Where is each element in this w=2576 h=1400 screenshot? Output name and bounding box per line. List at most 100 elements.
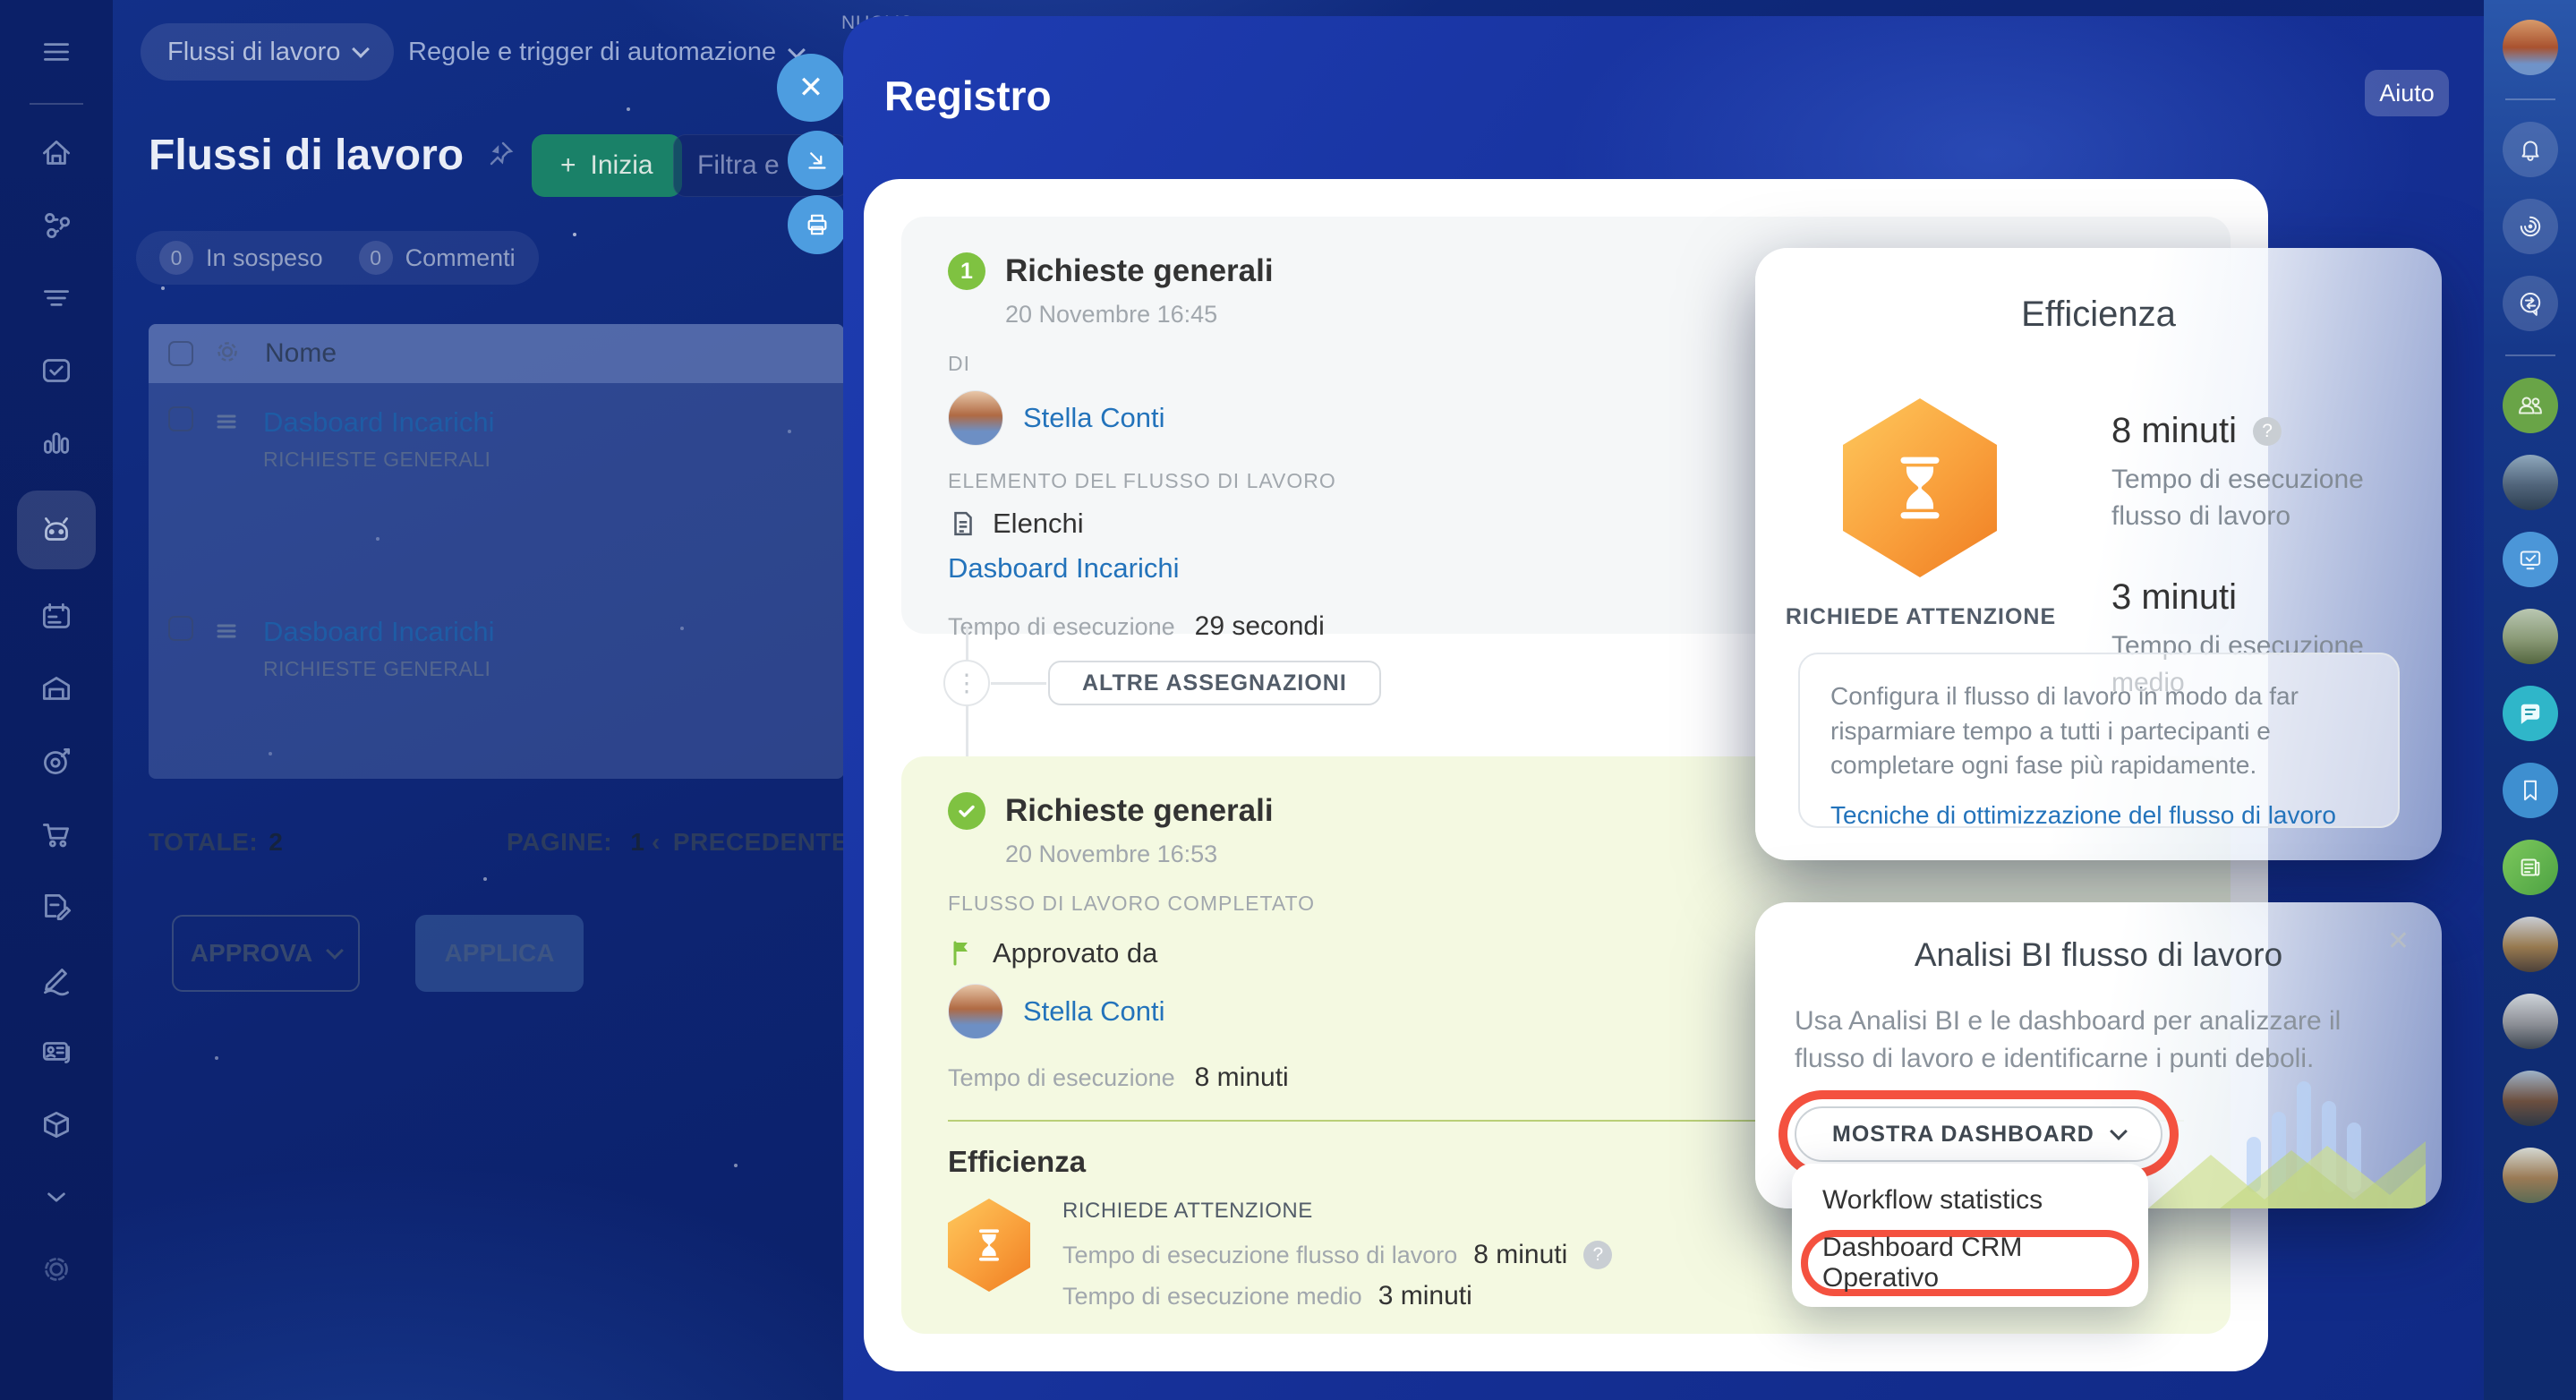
sidebar-item-automation-active[interactable] — [17, 491, 96, 569]
pending-counter[interactable]: 0 In sospeso — [159, 241, 323, 275]
row-checkbox[interactable] — [168, 406, 193, 431]
sign-icon[interactable] — [31, 954, 81, 1004]
show-dashboard-button[interactable]: MOSTRA DASHBOARD — [1795, 1106, 2162, 1162]
column-header-name[interactable]: Nome — [265, 338, 337, 369]
bookmark-icon[interactable] — [2502, 763, 2558, 818]
row-checkbox[interactable] — [168, 616, 193, 641]
document-icon — [954, 511, 972, 536]
row-menu-icon[interactable] — [213, 408, 240, 440]
element-type: Elenchi — [993, 508, 1084, 539]
hourglass-icon — [1900, 457, 1940, 519]
show-dashboard-label: MOSTRA DASHBOARD — [1832, 1121, 2094, 1147]
exec-time-value: 8 minuti — [1194, 1063, 1289, 1092]
close-panel-button[interactable]: ✕ — [777, 54, 845, 122]
employees-icon[interactable] — [2502, 378, 2558, 433]
copilot-icon[interactable] — [2502, 199, 2558, 254]
user-avatar[interactable] — [2502, 455, 2558, 510]
exec-time-value: 29 secondi — [1194, 611, 1325, 641]
messenger-icon[interactable] — [2502, 276, 2558, 331]
document-edit-icon[interactable] — [31, 882, 81, 932]
workflow-time-label: Tempo di esecuzione flusso di lavoro — [2111, 465, 2364, 531]
automation-rules-menu[interactable]: Regole e trigger di automazione — [408, 38, 806, 67]
pending-label: In sospeso — [206, 243, 323, 271]
help-question-icon[interactable]: ? — [2253, 416, 2282, 446]
timeline-connector — [991, 682, 1046, 685]
table-row[interactable]: Dasboard Incarichi RICHIESTE GENERALI — [149, 616, 844, 681]
printer-icon — [807, 214, 827, 235]
news-icon[interactable] — [2502, 840, 2558, 895]
download-button[interactable] — [788, 131, 847, 190]
optimization-link[interactable]: Tecniche di ottimizzazione del flusso di… — [1830, 801, 2367, 830]
contacts-icon[interactable] — [31, 1027, 81, 1077]
table-header: Nome — [149, 324, 844, 383]
apply-button[interactable]: APPLICA — [415, 915, 584, 992]
comments-counter[interactable]: 0 Commenti — [358, 241, 516, 275]
chart-icon[interactable] — [31, 418, 81, 468]
notifications-bell-icon[interactable] — [2502, 122, 2558, 177]
efficiency-tip-card: Configura il flusso di lavoro in modo da… — [1798, 653, 2400, 830]
workflows-menu[interactable]: Flussi di lavoro — [141, 23, 395, 81]
previous-page-button[interactable]: ‹ PRECEDENTE — [652, 828, 849, 857]
previous-label: PRECEDENTE — [672, 828, 849, 856]
chevron-down-icon — [2109, 1123, 2128, 1140]
workflows-menu-label: Flussi di lavoro — [167, 37, 341, 66]
avatar[interactable] — [948, 390, 1003, 446]
sidebar-divider — [2504, 354, 2555, 356]
page-title: Flussi di lavoro — [149, 131, 516, 180]
user-avatar[interactable] — [2502, 1071, 2558, 1126]
table-settings-gear-icon[interactable] — [213, 337, 242, 371]
dashboard-dropdown-menu: Workflow statistics Dashboard CRM Operat… — [1792, 1164, 2148, 1307]
more-assignments-button[interactable]: ALTRE ASSEGNAZIONI — [1048, 661, 1381, 705]
right-sidebar — [2484, 0, 2576, 1400]
workflow-link[interactable]: Dasboard Incarichi — [263, 616, 494, 647]
pin-icon[interactable] — [485, 131, 516, 180]
average-time-value: 3 minuti — [2111, 577, 2238, 617]
more-assignments-label: ALTRE ASSEGNAZIONI — [1082, 670, 1347, 696]
menu-item-crm-dashboard[interactable]: Dashboard CRM Operativo — [1808, 1233, 2132, 1293]
tasks-icon[interactable] — [31, 346, 81, 396]
user-avatar[interactable] — [2502, 1148, 2558, 1203]
approve-label: APPROVA — [190, 939, 313, 967]
person-link[interactable]: Stella Conti — [1023, 995, 1165, 1028]
storage-icon[interactable] — [31, 664, 81, 714]
workflow-link[interactable]: Dasboard Incarichi — [263, 406, 494, 438]
table-row[interactable]: Dasboard Incarichi RICHIESTE GENERALI — [149, 406, 844, 472]
chevron-down-icon — [326, 942, 345, 960]
user-avatar[interactable] — [2502, 917, 2558, 972]
start-workflow-button[interactable]: + Inizia — [532, 134, 682, 197]
select-all-checkbox[interactable] — [168, 341, 193, 366]
menu-icon[interactable] — [31, 27, 81, 77]
row-menu-icon[interactable] — [213, 618, 240, 649]
feed-icon[interactable] — [31, 273, 81, 323]
box-icon[interactable] — [31, 1099, 81, 1149]
timeline-drag-handle[interactable]: ⋮ — [943, 660, 990, 706]
efficiency-popup: Efficienza RICHIEDE ATTENZIONE 8 minuti … — [1755, 248, 2442, 860]
download-icon — [808, 152, 826, 169]
print-button[interactable] — [788, 195, 847, 254]
menu-item-workflow-statistics[interactable]: Workflow statistics — [1801, 1174, 2139, 1226]
home-icon[interactable] — [31, 128, 81, 178]
bi-popup-title: Analisi BI flusso di lavoro — [1914, 936, 2283, 973]
avatar[interactable] — [948, 984, 1003, 1039]
task-monitor-icon[interactable] — [2502, 532, 2558, 587]
chevron-down-icon[interactable] — [31, 1172, 81, 1222]
help-button[interactable]: Aiuto — [2365, 70, 2449, 116]
user-avatar[interactable] — [2502, 994, 2558, 1049]
collab-network-icon[interactable] — [31, 201, 81, 251]
person-link[interactable]: Stella Conti — [1023, 402, 1165, 434]
shop-cart-icon[interactable] — [31, 809, 81, 859]
crm-target-icon[interactable] — [31, 737, 81, 787]
approved-by-label: Approvato da — [993, 937, 1158, 969]
user-avatar[interactable] — [2502, 20, 2558, 75]
user-avatar[interactable] — [2502, 609, 2558, 664]
approve-button[interactable]: APPROVA — [172, 915, 360, 992]
calendar-icon[interactable] — [31, 592, 81, 642]
entry-title: Richieste generali — [1005, 793, 1274, 828]
table-footer: TOTALE: 2 PAGINE: 1 ‹ PRECEDENTE — [149, 828, 849, 857]
help-question-icon[interactable]: ? — [1583, 1241, 1613, 1269]
apply-label: APPLICA — [444, 939, 555, 967]
bi-popup-body: Usa Analisi BI e le dashboard per analiz… — [1795, 1006, 2341, 1073]
chat-icon[interactable] — [2502, 686, 2558, 741]
settings-gear-icon[interactable] — [31, 1244, 81, 1294]
sidebar-divider — [2504, 98, 2555, 100]
